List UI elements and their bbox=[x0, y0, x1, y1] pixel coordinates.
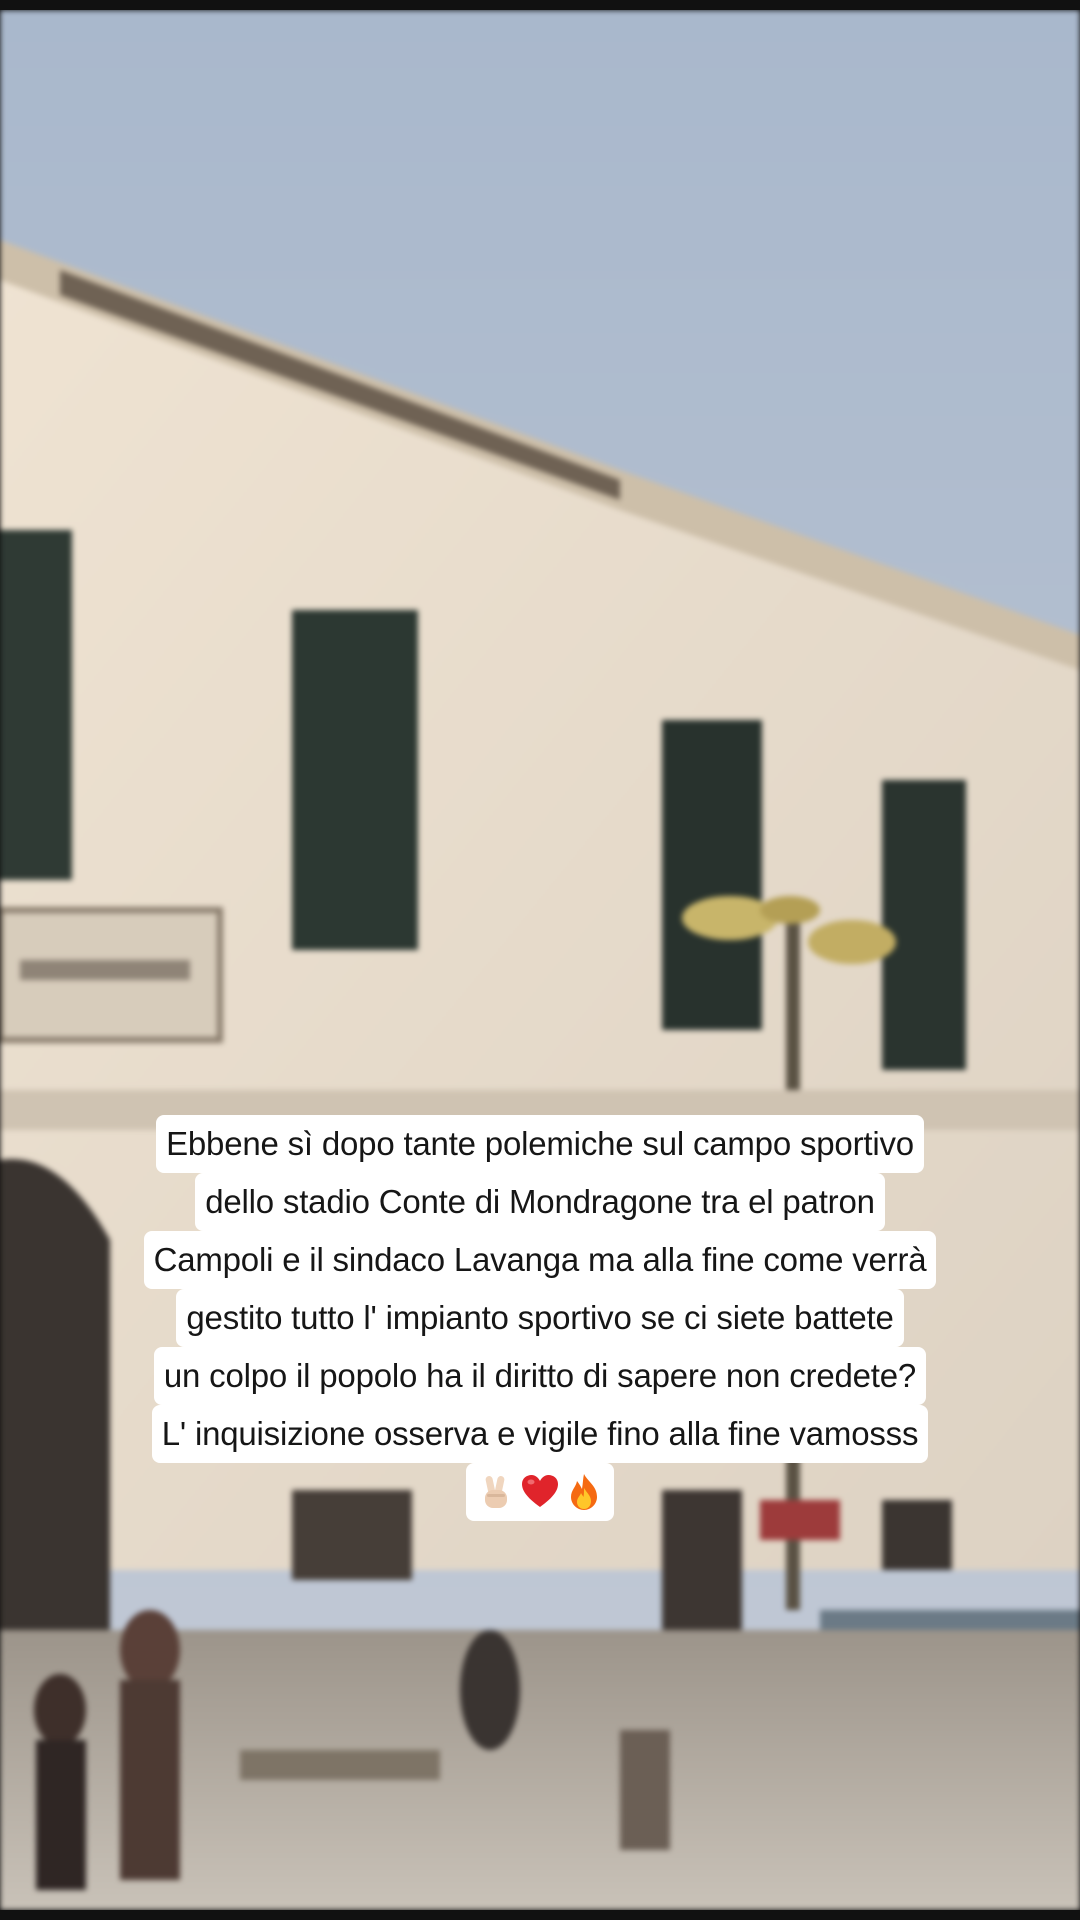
fire-icon bbox=[564, 1472, 604, 1512]
caption-line-3: Campoli e il sindaco Lavanga ma alla fin… bbox=[143, 1231, 937, 1289]
red-heart-icon bbox=[520, 1472, 560, 1512]
caption-line-5: un colpo il popolo ha il diritto di sape… bbox=[153, 1347, 927, 1405]
video-frame[interactable]: Ebbene sì dopo tante polemiche sul campo… bbox=[0, 10, 1080, 1910]
victory-hand-icon bbox=[476, 1472, 516, 1512]
top-letterbox bbox=[0, 0, 1080, 10]
video-caption: Ebbene sì dopo tante polemiche sul campo… bbox=[0, 1115, 1080, 1521]
background-photo-stadium-building bbox=[0, 10, 1080, 1910]
caption-line-1: Ebbene sì dopo tante polemiche sul campo… bbox=[156, 1115, 924, 1173]
bottom-letterbox bbox=[0, 1910, 1080, 1920]
caption-line-2: dello stadio Conte di Mondragone tra el … bbox=[195, 1173, 885, 1231]
caption-line-4: gestito tutto l' impianto sportivo se ci… bbox=[176, 1289, 904, 1347]
caption-line-6: L' inquisizione osserva e vigile fino al… bbox=[151, 1405, 929, 1463]
caption-emoji-line bbox=[466, 1463, 614, 1521]
